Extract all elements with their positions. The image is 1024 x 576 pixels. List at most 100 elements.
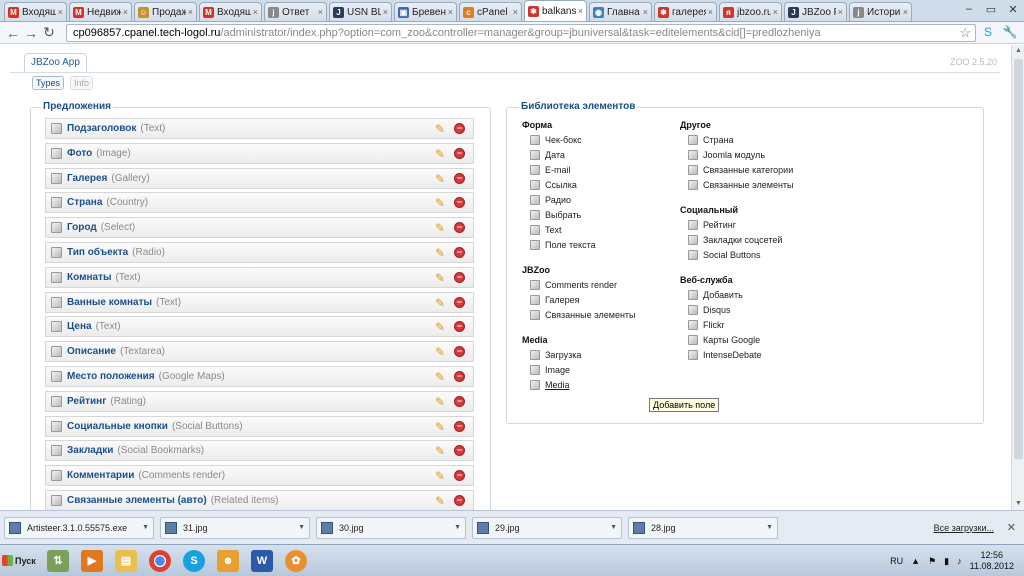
delete-icon[interactable]: − (454, 321, 465, 333)
library-item[interactable]: Загрузка (530, 350, 581, 360)
taskbar-app-network[interactable]: ⇅ (42, 547, 74, 575)
browser-tab[interactable]: ◉ Главна × (589, 2, 652, 21)
browser-tab[interactable]: j Истори × (849, 2, 912, 21)
taskbar-app-media[interactable]: ▶ (76, 547, 108, 575)
download-item[interactable]: 28.jpg ▼ (628, 516, 778, 539)
delete-icon[interactable]: − (454, 123, 465, 134)
element-name[interactable]: Описание (67, 346, 116, 357)
edit-pencil-icon[interactable]: ✎ (435, 420, 445, 434)
element-row[interactable]: Место положения (Google Maps) ✎ − (45, 366, 474, 387)
edit-pencil-icon[interactable]: ✎ (435, 345, 445, 359)
language-indicator[interactable]: RU (890, 556, 903, 566)
bookmark-star-icon[interactable]: ☆ (959, 25, 971, 41)
tab-close-icon[interactable]: × (773, 7, 778, 17)
edit-pencil-icon[interactable]: ✎ (435, 370, 445, 384)
element-row[interactable]: Ванные комнаты (Text) ✎ − (45, 291, 474, 313)
element-row[interactable]: Закладки (Social Bookmarks) ✎ − (45, 440, 474, 462)
element-name[interactable]: Комнаты (67, 272, 112, 283)
tab-close-icon[interactable]: × (643, 7, 648, 17)
tab-close-icon[interactable]: × (513, 7, 518, 17)
library-item[interactable]: Media (530, 380, 570, 390)
element-name[interactable]: Комментарии (67, 470, 134, 481)
library-item[interactable]: Text (530, 225, 562, 235)
element-name[interactable]: Фото (67, 148, 92, 159)
edit-pencil-icon[interactable]: ✎ (435, 320, 445, 334)
tab-close-icon[interactable]: × (448, 7, 453, 17)
taskbar-app-chat[interactable]: ☻ (212, 547, 244, 575)
download-menu-arrow-icon[interactable]: ▼ (766, 524, 773, 531)
delete-icon[interactable]: − (454, 470, 465, 482)
edit-pencil-icon[interactable]: ✎ (435, 494, 445, 508)
edit-pencil-icon[interactable]: ✎ (435, 147, 445, 161)
edit-pencil-icon[interactable]: ✎ (435, 395, 445, 409)
delete-icon[interactable]: − (454, 420, 465, 432)
library-item[interactable]: Закладки соцсетей (688, 235, 782, 245)
tab-close-icon[interactable]: × (708, 7, 713, 17)
address-bar[interactable]: cp096857.cpanel.tech-logol.ru/administra… (66, 24, 976, 42)
browser-tab[interactable]: ✱ balkans × (524, 0, 587, 21)
delete-icon[interactable]: − (454, 147, 465, 159)
element-name[interactable]: Закладки (67, 445, 113, 456)
types-button[interactable]: Types (32, 76, 65, 90)
element-row[interactable]: Тип объекта (Radio) ✎ − (45, 242, 474, 263)
element-name[interactable]: Страна (67, 197, 102, 208)
delete-icon[interactable]: − (454, 395, 465, 407)
element-name[interactable]: Город (67, 222, 97, 233)
element-name[interactable]: Рейтинг (67, 396, 106, 407)
download-item[interactable]: 31.jpg ▼ (160, 516, 310, 539)
delete-icon[interactable]: − (454, 371, 465, 382)
download-menu-arrow-icon[interactable]: ▼ (610, 524, 617, 531)
browser-tab[interactable]: j Ответ × (264, 2, 327, 21)
edit-pencil-icon[interactable]: ✎ (435, 296, 445, 310)
taskbar-app-skype[interactable]: S (178, 547, 210, 575)
library-item[interactable]: IntenseDebate (688, 350, 762, 360)
browser-tab[interactable]: ▣ Бревен × (394, 2, 457, 21)
tab-close-icon[interactable]: × (903, 7, 908, 17)
minimize-icon[interactable]: – (958, 0, 980, 18)
tray-arrow-icon[interactable]: ▲ (911, 556, 920, 566)
delete-icon[interactable]: − (454, 495, 465, 506)
browser-tab[interactable]: ✱ галерея × (654, 2, 717, 21)
library-item[interactable]: Поле текста (530, 240, 596, 250)
taskbar-app-chrome[interactable] (144, 547, 176, 575)
library-item[interactable]: Карты Google (688, 335, 760, 345)
back-icon[interactable]: ← (4, 24, 22, 42)
tab-close-icon[interactable]: × (578, 6, 583, 16)
library-item[interactable]: Связанные категории (688, 165, 793, 175)
forward-icon[interactable]: → (22, 24, 40, 42)
delete-icon[interactable]: − (454, 172, 465, 184)
library-item[interactable]: Дата (530, 150, 565, 160)
library-item[interactable]: Joomla модуль (688, 150, 765, 160)
download-item[interactable]: 29.jpg ▼ (472, 516, 622, 539)
element-name[interactable]: Цена (67, 321, 92, 332)
download-item[interactable]: Artisteer.3.1.0.55575.exe ▼ (4, 516, 154, 539)
reload-icon[interactable]: ↻ (40, 24, 58, 42)
tab-close-icon[interactable]: × (123, 7, 128, 17)
browser-tab[interactable]: J USN BL × (329, 2, 392, 21)
tab-close-icon[interactable]: × (383, 7, 388, 17)
edit-pencil-icon[interactable]: ✎ (435, 221, 445, 235)
library-item[interactable]: Выбрать (530, 210, 581, 220)
page-scrollbar[interactable]: ▲ ▼ (1011, 45, 1024, 510)
library-item[interactable]: Связанные элементы (688, 180, 794, 190)
close-downloads-icon[interactable]: ✕ (1007, 521, 1016, 534)
browser-tab[interactable]: JJBZoo F× (784, 2, 847, 21)
scroll-thumb[interactable] (1014, 59, 1023, 459)
delete-icon[interactable]: − (454, 296, 465, 308)
element-name[interactable]: Тип объекта (67, 247, 128, 258)
network-tray-icon[interactable]: ▮ (944, 556, 949, 567)
element-name[interactable]: Галерея (67, 173, 107, 184)
element-row[interactable]: Социальные кнопки (Social Buttons) ✎ − (45, 415, 474, 437)
element-row[interactable]: Страна (Country) ✎ − (45, 192, 474, 214)
download-menu-arrow-icon[interactable]: ▼ (142, 524, 149, 531)
element-row[interactable]: Цена (Text) ✎ − (45, 316, 474, 338)
download-menu-arrow-icon[interactable]: ▼ (454, 524, 461, 531)
library-item[interactable]: Ссылка (530, 180, 577, 190)
all-downloads-link[interactable]: Все загрузки... (934, 523, 994, 533)
clock[interactable]: 12:56 11.08.2012 (970, 550, 1014, 572)
flag-tray-icon[interactable]: ⚑ (928, 556, 936, 567)
edit-pencil-icon[interactable]: ✎ (435, 196, 445, 210)
close-icon[interactable]: ✕ (1002, 0, 1024, 18)
maximize-icon[interactable]: ▭ (980, 0, 1002, 18)
wrench-icon[interactable]: 🔧 (1002, 24, 1018, 40)
